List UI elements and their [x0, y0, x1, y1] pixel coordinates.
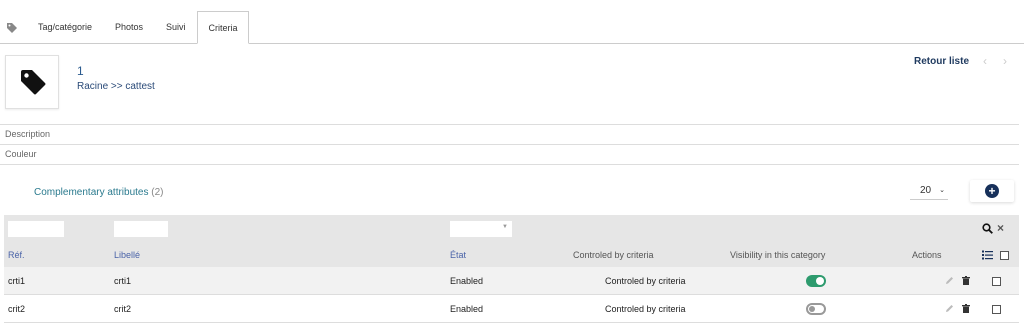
color-field: Couleur: [0, 144, 1019, 164]
cell-label: crit2: [114, 304, 132, 314]
tab-criteria[interactable]: Criteria: [197, 11, 249, 44]
plus-icon: +: [985, 184, 999, 198]
back-to-list-link[interactable]: Retour liste: [914, 56, 969, 67]
clear-filters-icon[interactable]: ×: [997, 221, 1004, 235]
row-checkbox[interactable]: [992, 277, 1001, 286]
category-id[interactable]: 1: [77, 64, 84, 78]
divider: [0, 164, 1019, 165]
filter-row: ▼ ×: [4, 215, 1019, 243]
page-size-select[interactable]: 20 ⌄: [910, 182, 948, 200]
chevron-left-icon[interactable]: ‹: [983, 54, 987, 68]
select-all-checkbox[interactable]: [1000, 251, 1009, 260]
tab-suivi[interactable]: Suivi: [166, 11, 186, 44]
page-size-value: 20: [920, 185, 932, 196]
color-label: Couleur: [5, 149, 37, 159]
section-title: Complementary attributes (2): [34, 187, 164, 198]
column-controlled: Controled by criteria: [573, 250, 654, 260]
caret-down-icon: ▼: [502, 224, 508, 230]
breadcrumb[interactable]: Racine >> cattest: [77, 81, 155, 92]
trash-icon[interactable]: [962, 276, 970, 285]
pencil-icon[interactable]: [945, 304, 954, 313]
table-row: crit2 crit2 Enabled Controled by criteri…: [4, 295, 1019, 323]
search-icon[interactable]: [982, 223, 993, 234]
list-icon[interactable]: [982, 250, 993, 260]
column-state[interactable]: État: [450, 243, 466, 267]
chevron-down-icon: ⌄: [939, 187, 945, 194]
state-filter-select[interactable]: ▼: [450, 221, 512, 237]
cell-ref: crit2: [8, 304, 26, 314]
visibility-toggle[interactable]: [806, 275, 826, 287]
column-ref[interactable]: Réf.: [8, 243, 25, 267]
cell-state: Enabled: [450, 304, 484, 314]
cell-controlled: Controled by criteria: [605, 276, 686, 286]
description-field: Description: [0, 124, 1019, 144]
tab-photos[interactable]: Photos: [115, 11, 143, 44]
table-row: crti1 crti1 Enabled Controled by criteri…: [4, 267, 1019, 295]
column-visibility: Visibility in this category: [730, 250, 826, 260]
category-image: [5, 55, 59, 109]
row-checkbox[interactable]: [992, 305, 1001, 314]
visibility-toggle[interactable]: [806, 303, 826, 315]
add-attribute-button[interactable]: +: [970, 180, 1014, 202]
tab-bar: Tag/catégorie Photos Suivi Criteria: [0, 11, 1024, 44]
cell-state: Enabled: [450, 276, 484, 286]
trash-icon[interactable]: [962, 304, 970, 313]
column-actions: Actions: [912, 250, 942, 260]
chevron-right-icon[interactable]: ›: [1003, 54, 1007, 68]
description-label: Description: [5, 129, 51, 139]
tag-icon: [7, 23, 17, 33]
table-header: Réf. Libellé État Controled by criteria …: [4, 243, 1019, 267]
section-title-text: Complementary attributes: [34, 187, 149, 198]
cell-label: crti1: [114, 276, 132, 286]
pencil-icon[interactable]: [945, 276, 954, 285]
tab-tag-category[interactable]: Tag/catégorie: [38, 11, 92, 44]
section-count: (2): [151, 187, 164, 198]
cell-ref: crti1: [8, 276, 26, 286]
tag-icon: [21, 70, 46, 95]
cell-controlled: Controled by criteria: [605, 304, 686, 314]
column-label[interactable]: Libellé: [114, 243, 140, 267]
label-filter-input[interactable]: [114, 221, 168, 237]
ref-filter-input[interactable]: [8, 221, 64, 237]
